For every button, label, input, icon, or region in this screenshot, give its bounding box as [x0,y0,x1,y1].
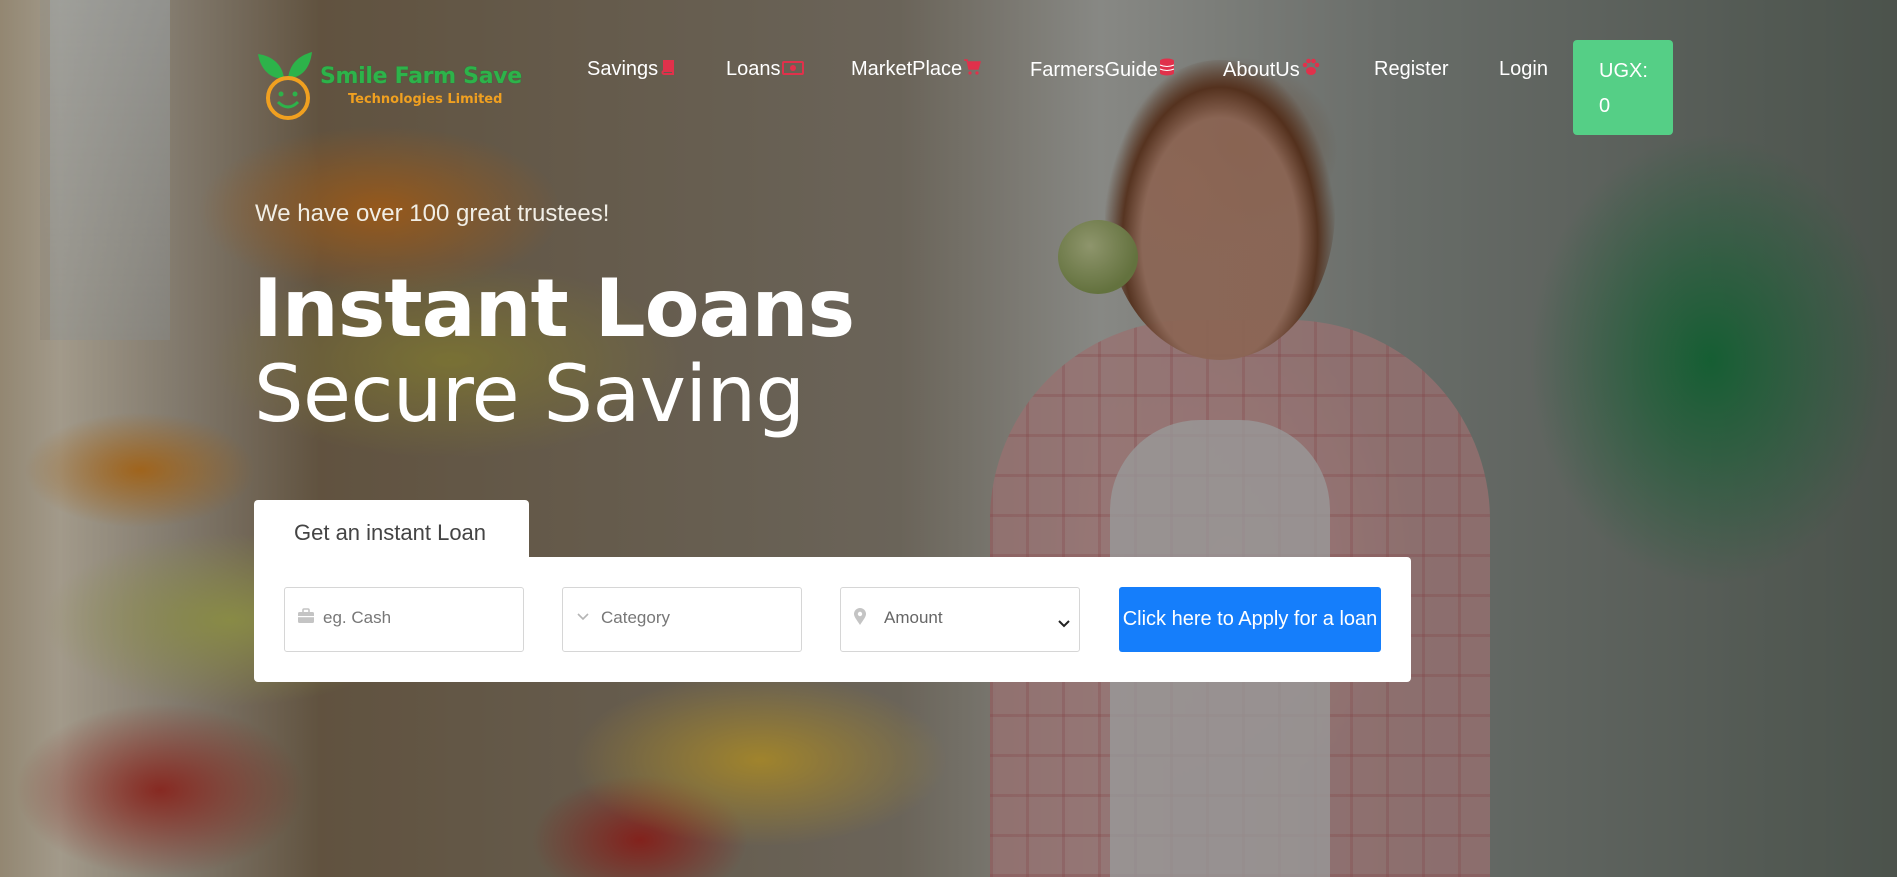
hero-headline-light: Secure Saving [254,350,805,440]
brand-name: Smile Farm Save [320,64,522,89]
brand-logo[interactable]: Smile Farm Save Technologies Limited [254,50,544,122]
loan-type-field[interactable] [284,587,524,652]
nav-login-label: Login [1499,58,1548,80]
amount-select[interactable]: Amount [840,587,1080,652]
loan-form: Amount Click here to Apply for a loan [254,557,1411,682]
nav-loans-label: Loans [726,58,781,80]
hero-headline-bold: Instant Loans [253,262,855,355]
nav-savings-label: Savings [587,58,659,80]
nav-marketplace-label: MarketPlace [851,58,963,80]
nav-login[interactable]: Login [1499,58,1548,81]
loan-type-input[interactable] [323,608,513,628]
tab-instant-loan[interactable]: Get an instant Loan [254,500,529,560]
nav-savings[interactable]: Savings [587,58,675,81]
balance-label: UGX: [1599,60,1648,82]
select-chevron-icon [1057,615,1071,635]
map-pin-icon [853,608,867,631]
nav-aboutus[interactable]: AboutUs [1223,58,1321,82]
briefcase-icon [297,608,315,629]
navbar: Smile Farm Save Technologies Limited Sav… [0,0,1897,140]
cart-icon [963,58,982,81]
logo-icon [258,52,312,120]
brand-subtitle: Technologies Limited [348,92,503,107]
chevron-down-icon [575,608,591,629]
nav-farmersguide[interactable]: FarmersGuide [1030,58,1175,82]
nav-register[interactable]: Register [1374,58,1448,81]
category-field[interactable] [562,587,802,652]
nav-register-label: Register [1374,58,1449,80]
apply-loan-button[interactable]: Click here to Apply for a loan [1119,587,1381,652]
nav-marketplace[interactable]: MarketPlace [851,58,982,81]
balance-value: 0 [1599,95,1611,117]
money-bill-icon [781,58,804,81]
nav-farmersguide-label: FarmersGuide [1030,58,1158,81]
book-icon [659,58,675,81]
nav-aboutus-label: AboutUs [1223,58,1300,81]
nav-loans[interactable]: Loans [726,58,804,81]
database-icon [1159,58,1175,82]
balance-badge[interactable]: UGX: 0 [1573,40,1673,135]
amount-select-value: Amount [884,608,943,627]
category-input[interactable] [601,608,791,628]
hero-tagline: We have over 100 great trustees! [255,200,610,227]
paw-icon [1301,58,1321,82]
